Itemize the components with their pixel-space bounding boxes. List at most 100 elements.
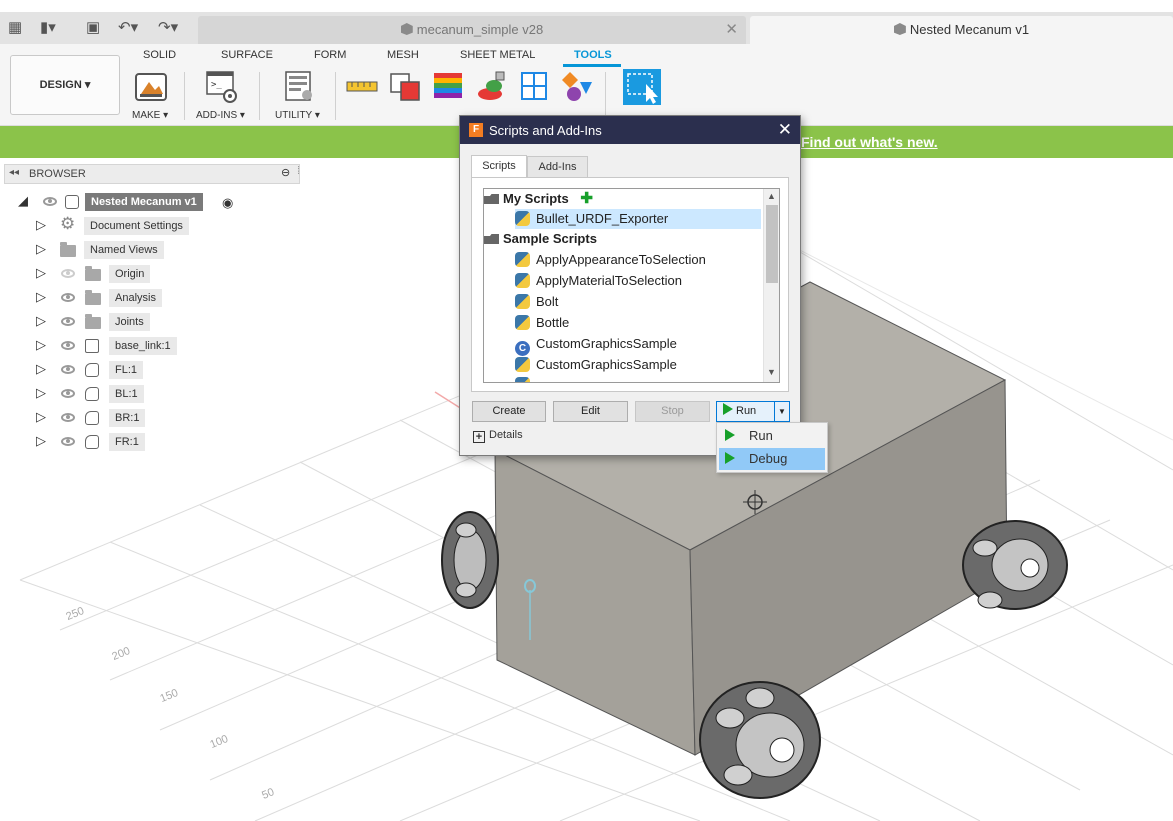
app-grid-icon[interactable]: ▦ [8,18,22,38]
run-dropdown-arrow-icon[interactable]: ▼ [774,402,789,421]
utility-icon[interactable] [284,70,316,104]
script-item-bullet-urdf-exporter[interactable]: Bullet_URDF_Exporter [515,209,761,229]
whats-new-link[interactable]: Find out what's new. [801,134,938,150]
browser-item[interactable]: ▷ BR:1 [36,409,236,427]
visibility-eye-icon[interactable] [61,413,75,422]
run-split-button[interactable]: Run ▼ [716,401,790,422]
script-label: CustomGraphicsSample [536,357,677,372]
add-ins-group-label[interactable]: ADD-INS ▾ [196,110,245,121]
expand-plus-icon[interactable]: + [473,431,485,443]
visibility-eye-icon[interactable] [61,269,75,278]
script-item[interactable]: CustomGraphicsSample [515,355,761,375]
browser-item[interactable]: ▷ Analysis [36,289,236,307]
tab-surface[interactable]: SURFACE [221,49,273,61]
browser-item[interactable]: ▷ FL:1 [36,361,236,379]
close-icon[interactable]: ✕ [778,120,792,140]
category-my-scripts[interactable]: My Scripts ✚ [484,189,763,209]
script-item[interactable]: ApplyMaterialToSelection [515,271,761,291]
tab-sheet-metal[interactable]: SHEET METAL [460,49,535,61]
workspace-dropdown[interactable]: DESIGN ▾ [10,55,120,115]
browser-item[interactable]: ▷ Named Views [36,241,236,259]
measure-icon[interactable] [346,70,378,104]
scroll-down-icon[interactable]: ▼ [767,367,776,377]
stop-button[interactable]: Stop [635,401,710,422]
3d-print-icon[interactable] [135,70,167,104]
visibility-eye-icon[interactable] [61,365,75,374]
expand-triangle-icon[interactable]: ▷ [36,312,46,330]
browser-root-row[interactable]: ◢ Nested Mecanum v1 ◉ [18,193,248,211]
browser-item[interactable]: ▷ FR:1 [36,433,236,451]
tab-solid[interactable]: SOLID [143,49,176,61]
expand-triangle-icon[interactable]: ▷ [36,216,46,234]
browser-item[interactable]: ▷ base_link:1 [36,337,236,355]
scripts-list[interactable]: My Scripts ✚ Bullet_URDF_Exporter Sample… [483,188,780,383]
tab-mesh[interactable]: MESH [387,49,419,61]
interference-icon[interactable] [389,70,421,104]
browser-item[interactable]: ▷ ⚙ Document Settings [36,215,236,235]
create-button[interactable]: Create [472,401,546,422]
redo-icon[interactable]: ↷▾ [158,18,178,38]
undo-icon[interactable]: ↶▾ [118,18,138,38]
tab-form[interactable]: FORM [314,49,346,61]
script-item[interactable]: C CustomGraphicsSample [515,334,761,356]
python-icon [515,211,530,226]
save-icon[interactable]: ▣ [86,18,100,38]
collapse-left-icon[interactable]: ◂◂ [9,167,19,178]
details-expander[interactable]: + Details [473,429,523,443]
file-menu-icon[interactable]: ▮▾ [40,18,56,38]
list-scrollbar[interactable]: ▲ ▼ [763,189,779,382]
browser-item[interactable]: ▷ BL:1 [36,385,236,403]
tab-scripts[interactable]: Scripts [471,155,527,178]
script-item[interactable]: Bottle [515,313,761,333]
expand-triangle-icon[interactable]: ▷ [36,264,46,282]
scroll-up-icon[interactable]: ▲ [767,191,776,201]
zebra-analysis-icon[interactable] [432,70,464,104]
expand-triangle-icon[interactable]: ▷ [36,408,46,426]
scripts-addins-icon[interactable]: >_ [206,70,238,104]
component-color-icon[interactable] [562,70,594,104]
browser-minus-icon[interactable]: ⊖ [281,166,290,179]
visibility-eye-icon[interactable] [61,437,75,446]
tab-add-ins[interactable]: Add-Ins [527,156,588,177]
visibility-eye-icon[interactable] [43,197,57,206]
section-analysis-icon[interactable] [519,70,551,104]
document-tab-inactive[interactable]: mecanum_simple v28 ✕ [198,16,746,44]
select-icon[interactable] [622,68,662,106]
activate-radio-icon[interactable]: ◉ [222,194,233,212]
expand-triangle-icon[interactable]: ▷ [36,288,46,306]
tab-tools[interactable]: TOOLS [574,49,612,61]
script-item[interactable]: Bolt [515,292,761,312]
make-group-label[interactable]: MAKE ▾ [132,110,168,121]
folder-icon [60,242,76,257]
script-item[interactable]: ApplyAppearanceToSelection [515,250,761,270]
browser-item[interactable]: ▷ Origin [36,265,236,283]
draft-analysis-icon[interactable] [476,70,508,104]
add-script-plus-icon[interactable]: ✚ [580,190,593,207]
scroll-thumb[interactable] [766,205,778,283]
dialog-title-bar[interactable]: F Scripts and Add-Ins ✕ [460,116,800,144]
expand-triangle-icon[interactable]: ▷ [36,336,46,354]
utility-group-label[interactable]: UTILITY ▾ [275,110,320,121]
edit-button[interactable]: Edit [553,401,628,422]
expand-triangle-icon[interactable]: ▷ [36,240,46,258]
browser-item-label: BR:1 [109,409,146,427]
panel-splitter-icon[interactable]: ⁞ [297,165,300,177]
menu-item-run[interactable]: Run [719,425,825,447]
browser-item[interactable]: ▷ Joints [36,313,236,331]
category-sample-scripts[interactable]: Sample Scripts [484,229,763,249]
visibility-eye-icon[interactable] [61,389,75,398]
menu-item-debug[interactable]: Debug [719,448,825,470]
visibility-eye-icon[interactable] [61,341,75,350]
expanded-triangle-icon[interactable]: ◢ [18,192,28,210]
expand-triangle-icon[interactable]: ▷ [36,432,46,450]
expand-triangle-icon[interactable]: ▷ [36,360,46,378]
expand-triangle-icon[interactable]: ▷ [36,384,46,402]
visibility-eye-icon[interactable] [61,293,75,302]
close-tab-icon[interactable]: ✕ [725,16,738,44]
browser-panel-header[interactable]: ◂◂ BROWSER ⊖ ⁞ [4,164,300,184]
document-tab-active[interactable]: Nested Mecanum v1 [750,16,1173,44]
script-label: Bolt [536,294,559,309]
visibility-eye-icon[interactable] [61,317,75,326]
active-tab-indicator [563,64,621,67]
script-item-partial[interactable] [515,375,761,382]
